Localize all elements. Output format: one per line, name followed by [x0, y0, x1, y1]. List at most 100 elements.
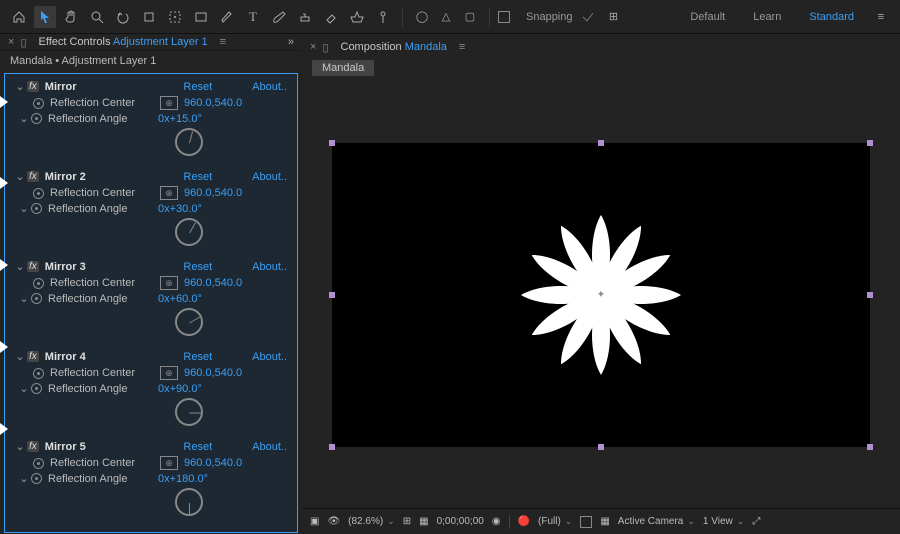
about-link[interactable]: About.. — [252, 441, 287, 453]
brush-tool-icon[interactable] — [268, 6, 290, 28]
composition-tab[interactable]: Composition Mandala — [335, 39, 453, 55]
pan-behind-tool-icon[interactable] — [164, 6, 186, 28]
angle-dial[interactable] — [175, 308, 203, 336]
effect-name[interactable]: Mirror — [45, 81, 77, 93]
reflection-center-value[interactable]: 960.0,540.0 — [184, 187, 242, 199]
snap-option-icon[interactable] — [577, 6, 599, 28]
effect-controls-tab[interactable]: Effect Controls Adjustment Layer 1 — [33, 34, 214, 50]
stopwatch-icon[interactable] — [31, 473, 42, 484]
fx-icon[interactable]: fx — [27, 261, 39, 272]
stopwatch-icon[interactable] — [31, 293, 42, 304]
alpha-toggle-icon[interactable]: ▣ — [310, 516, 319, 527]
twirl-icon[interactable]: ⌄ — [15, 440, 25, 453]
stopwatch-icon[interactable] — [31, 203, 42, 214]
reflection-angle-value[interactable]: 0x+180.0° — [158, 473, 208, 485]
workspace-learn[interactable]: Learn — [741, 7, 793, 27]
bbox-handle[interactable] — [867, 292, 873, 298]
twirl-icon[interactable]: ⌄ — [19, 112, 29, 125]
effect-name[interactable]: Mirror 5 — [45, 441, 86, 453]
twirl-icon[interactable]: ⌄ — [19, 292, 29, 305]
bbox-handle[interactable] — [329, 444, 335, 450]
angle-dial[interactable] — [175, 398, 203, 426]
angle-dial[interactable] — [175, 488, 203, 516]
workspace-default[interactable]: Default — [678, 7, 737, 27]
reflection-angle-value[interactable]: 0x+15.0° — [158, 113, 202, 125]
point-picker-icon[interactable]: ⊕ — [160, 366, 178, 380]
twirl-icon[interactable]: ⌄ — [15, 260, 25, 273]
point-picker-icon[interactable]: ⊕ — [160, 186, 178, 200]
workspace-menu-icon[interactable]: ≡ — [870, 6, 892, 28]
bbox-handle[interactable] — [867, 444, 873, 450]
snapshot-icon[interactable]: ◉ — [492, 516, 501, 527]
reflection-angle-value[interactable]: 0x+60.0° — [158, 293, 202, 305]
about-link[interactable]: About.. — [252, 81, 287, 93]
eraser-tool-icon[interactable] — [320, 6, 342, 28]
point-picker-icon[interactable]: ⊕ — [160, 276, 178, 290]
stopwatch-icon[interactable] — [31, 113, 42, 124]
effect-name[interactable]: Mirror 2 — [45, 171, 86, 183]
stopwatch-icon[interactable] — [31, 383, 42, 394]
nested-comp-tab[interactable]: Mandala — [312, 60, 374, 76]
about-link[interactable]: About.. — [252, 351, 287, 363]
grid-layout-icon[interactable]: ⊞ — [403, 516, 411, 527]
timecode[interactable]: 0;00;00;00 — [437, 516, 484, 527]
roi-icon[interactable] — [580, 516, 592, 528]
reflection-center-value[interactable]: 960.0,540.0 — [184, 367, 242, 379]
reflection-center-value[interactable]: 960.0,540.0 — [184, 97, 242, 109]
reflection-angle-value[interactable]: 0x+30.0° — [158, 203, 202, 215]
fx-icon[interactable]: fx — [27, 81, 39, 92]
stopwatch-icon[interactable] — [33, 98, 44, 109]
composition-canvas[interactable]: ✦ — [332, 143, 870, 447]
roto-brush-tool-icon[interactable] — [346, 6, 368, 28]
reset-link[interactable]: Reset — [183, 351, 212, 363]
bbox-handle[interactable] — [329, 292, 335, 298]
bbox-handle[interactable] — [598, 444, 604, 450]
fx-icon[interactable]: fx — [27, 441, 39, 452]
views-dropdown[interactable]: 1 View — [703, 516, 744, 527]
selection-tool-icon[interactable] — [34, 6, 56, 28]
type-tool-icon[interactable]: T — [242, 6, 264, 28]
twirl-icon[interactable]: ⌄ — [19, 202, 29, 215]
bbox-handle[interactable] — [867, 140, 873, 146]
twirl-icon[interactable]: ⌄ — [19, 472, 29, 485]
twirl-icon[interactable]: ⌄ — [15, 170, 25, 183]
reset-link[interactable]: Reset — [183, 171, 212, 183]
point-picker-icon[interactable]: ⊕ — [160, 96, 178, 110]
home-icon[interactable] — [8, 6, 30, 28]
overflow-icon[interactable]: » — [288, 36, 294, 48]
angle-dial[interactable] — [175, 128, 203, 156]
puppet-tool-icon[interactable] — [372, 6, 394, 28]
hand-tool-icon[interactable] — [60, 6, 82, 28]
bbox-handle[interactable] — [598, 140, 604, 146]
channel-icon[interactable]: 🔴 — [518, 516, 530, 527]
twirl-icon[interactable]: ⌄ — [15, 80, 25, 93]
composition-viewer[interactable]: ✦ — [302, 82, 900, 508]
close-icon[interactable]: × — [8, 36, 14, 48]
about-link[interactable]: About.. — [252, 171, 287, 183]
grid-options-icon[interactable]: ▦ — [419, 516, 428, 527]
lock-icon[interactable]: ▯ — [322, 41, 328, 54]
reset-link[interactable]: Reset — [183, 261, 212, 273]
snapping-checkbox[interactable] — [498, 11, 510, 23]
transparency-grid-icon[interactable]: ▦ — [600, 516, 609, 527]
panel-menu-icon[interactable]: ≡ — [220, 36, 226, 48]
resolution-dropdown[interactable]: (Full) — [538, 516, 572, 527]
point-picker-icon[interactable]: ⊕ — [160, 456, 178, 470]
snap-depth-icon[interactable]: ⊞ — [603, 6, 625, 28]
reflection-center-value[interactable]: 960.0,540.0 — [184, 277, 242, 289]
twirl-icon[interactable]: ⌄ — [15, 350, 25, 363]
about-link[interactable]: About.. — [252, 261, 287, 273]
zoom-tool-icon[interactable] — [86, 6, 108, 28]
clone-stamp-tool-icon[interactable] — [294, 6, 316, 28]
fx-icon[interactable]: fx — [27, 171, 39, 182]
panel-menu-icon[interactable]: ≡ — [459, 41, 465, 53]
stopwatch-icon[interactable] — [33, 368, 44, 379]
fx-icon[interactable]: fx — [27, 351, 39, 362]
expand-viewer-icon[interactable]: ⤢ — [752, 516, 760, 527]
orbit-tool-icon[interactable] — [112, 6, 134, 28]
stopwatch-icon[interactable] — [33, 188, 44, 199]
reset-link[interactable]: Reset — [183, 441, 212, 453]
magnification-dropdown[interactable]: (82.6%) — [348, 516, 395, 527]
anchor-point-icon[interactable]: ✦ — [597, 290, 605, 301]
reset-link[interactable]: Reset — [183, 81, 212, 93]
